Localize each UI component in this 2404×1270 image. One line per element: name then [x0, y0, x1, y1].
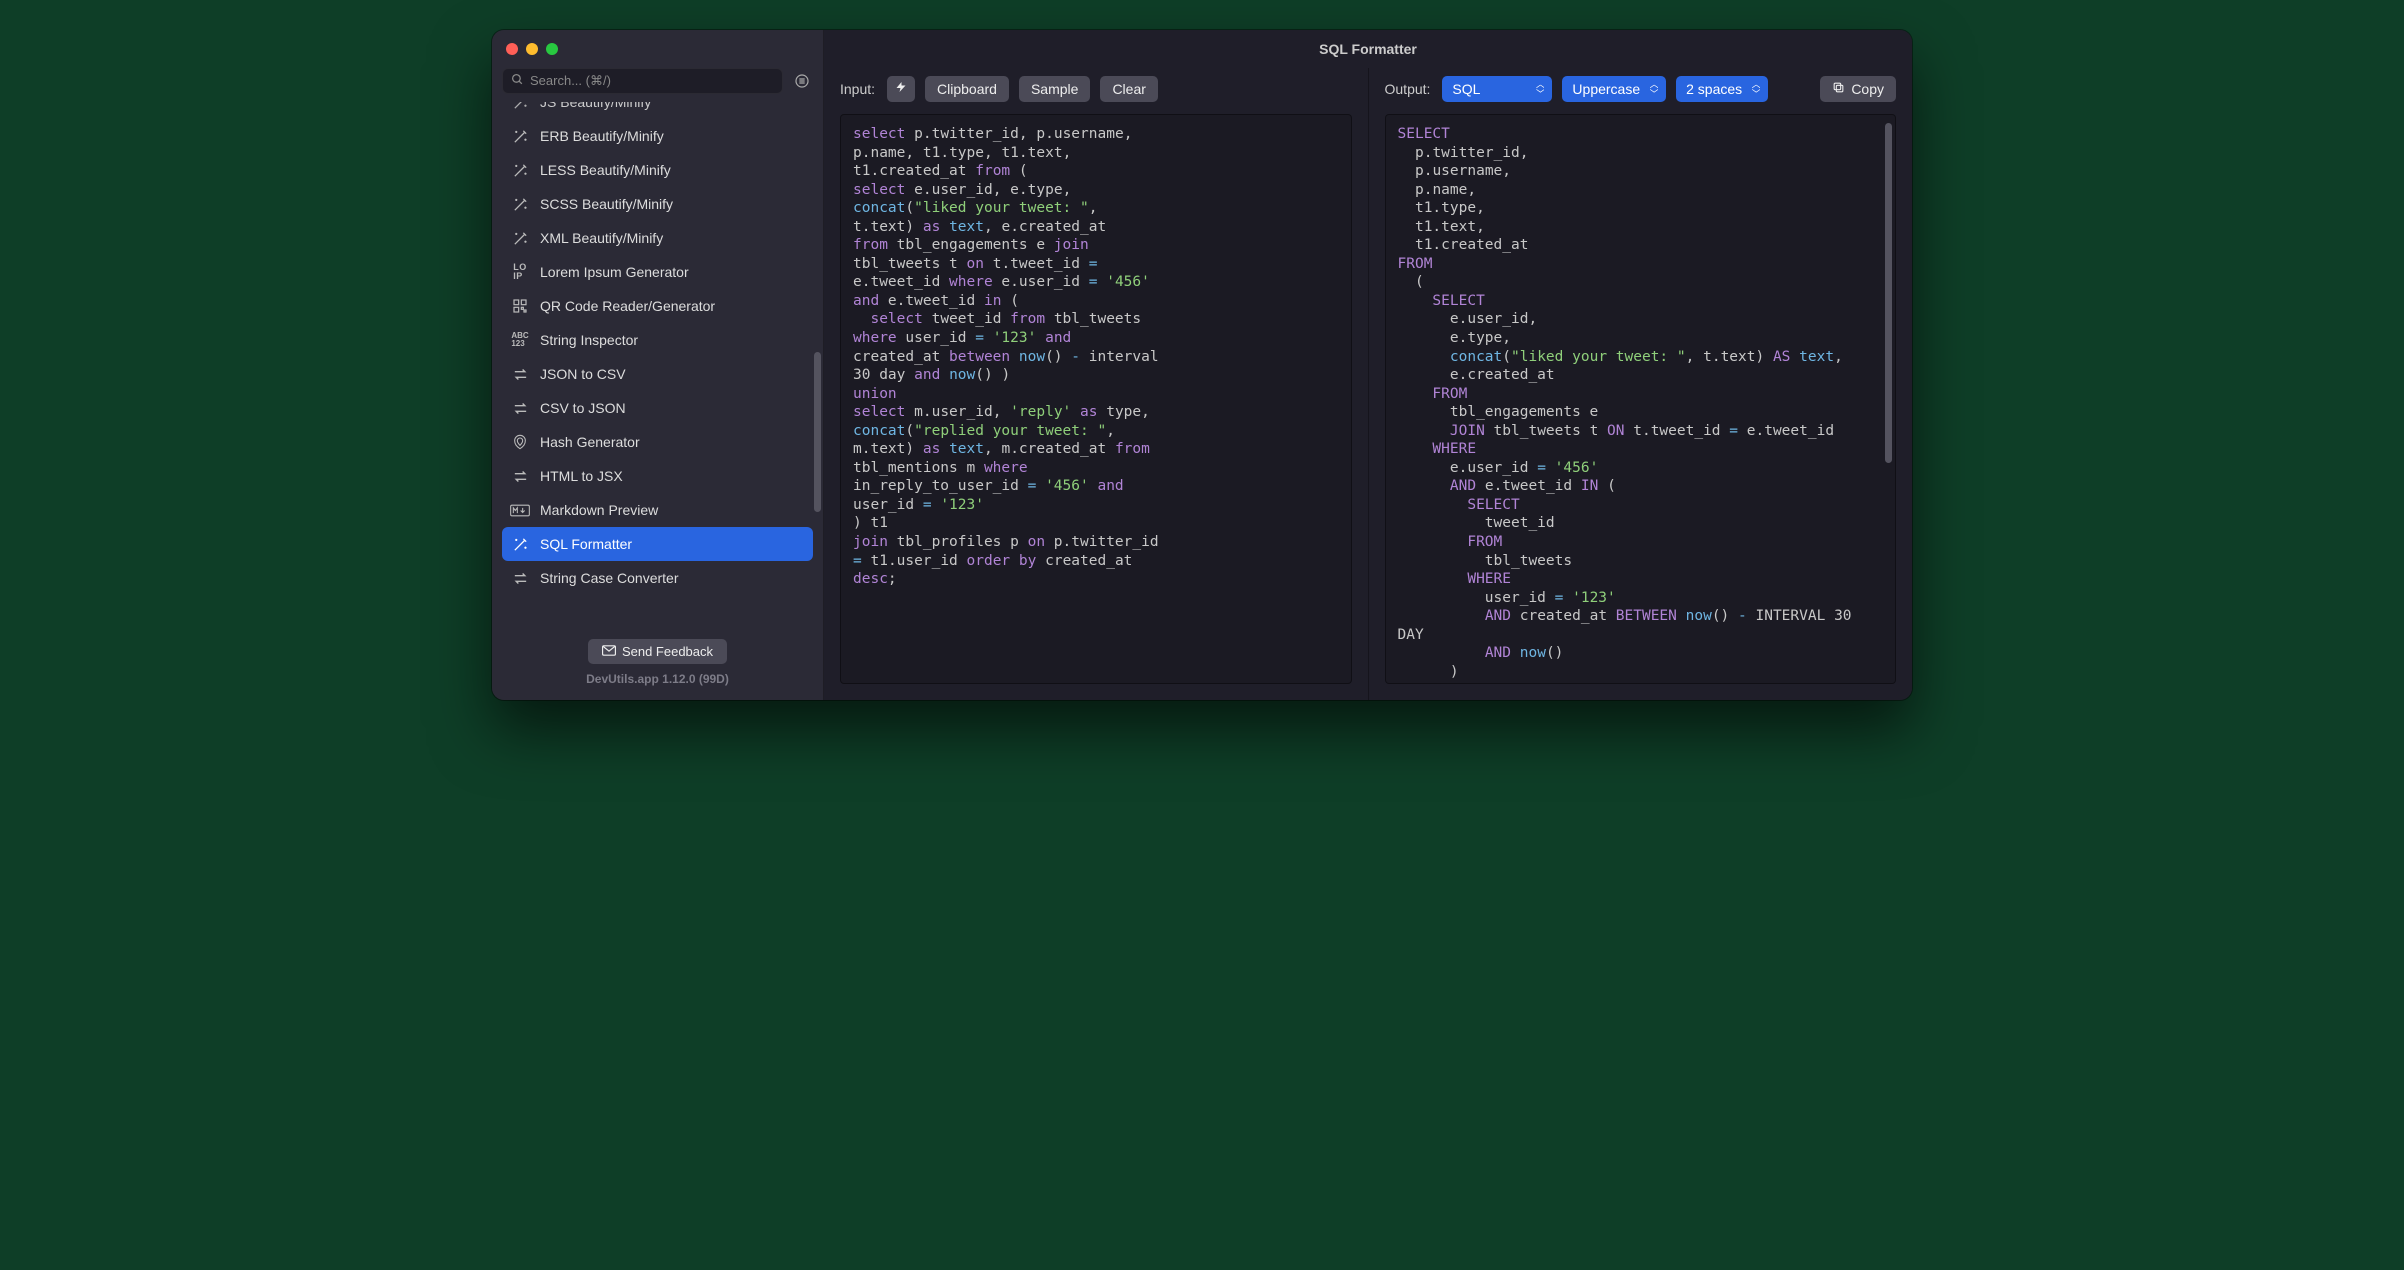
output-code: SELECT p.twitter_id, p.username, p.name,… [1398, 125, 1884, 681]
sidebar-item-sql-formatter[interactable]: SQL Formatter [502, 527, 813, 561]
main-area: SQL Formatter Input: Clipboard Sample Cl… [824, 30, 1912, 700]
feedback-label: Send Feedback [622, 644, 713, 659]
filter-button[interactable] [791, 70, 813, 92]
casing-value: Uppercase [1572, 81, 1640, 97]
sidebar-item-string-case-converter[interactable]: String Case Converter [502, 561, 813, 595]
sidebar-item-string-inspector[interactable]: ABC123 String Inspector [502, 323, 813, 357]
wand-icon [510, 102, 530, 112]
sidebar-item-label: Hash Generator [540, 434, 640, 450]
sidebar-item-label: XML Beautify/Minify [540, 230, 663, 246]
qr-icon [510, 296, 530, 316]
swap-icon [510, 568, 530, 588]
bolt-button[interactable] [887, 76, 915, 102]
window-zoom-button[interactable] [546, 43, 558, 55]
sidebar-item-label: Markdown Preview [540, 502, 658, 518]
sidebar-item-label: CSV to JSON [540, 400, 626, 416]
search-placeholder: Search... (⌘/) [530, 73, 611, 89]
copy-icon [1832, 81, 1845, 97]
search-icon [511, 73, 524, 89]
sidebar-item-qr-code-reader-generator[interactable]: QR Code Reader/Generator [502, 289, 813, 323]
sidebar-item-label: Lorem Ipsum Generator [540, 264, 689, 280]
output-scrollbar[interactable] [1885, 123, 1892, 463]
panes: Input: Clipboard Sample Clear select p.t… [824, 68, 1912, 700]
titlebar [492, 30, 823, 68]
indent-value: 2 spaces [1686, 81, 1742, 97]
abc-icon: ABC123 [510, 330, 530, 350]
sidebar-item-html-to-jsx[interactable]: HTML to JSX [502, 459, 813, 493]
app-version: DevUtils.app 1.12.0 (99D) [492, 672, 823, 686]
sidebar-scrollbar[interactable] [814, 352, 821, 512]
window-close-button[interactable] [506, 43, 518, 55]
sidebar-item-label: String Case Converter [540, 570, 679, 586]
window-title: SQL Formatter [824, 30, 1912, 68]
sidebar: Search... (⌘/) JS Beautify/Minify ERB Bea… [492, 30, 824, 700]
sidebar-item-csv-to-json[interactable]: CSV to JSON [502, 391, 813, 425]
output-toolbar: Output: SQL Uppercase 2 spaces [1369, 68, 1913, 114]
input-code: select p.twitter_id, p.username, p.name,… [853, 125, 1339, 589]
output-pane: Output: SQL Uppercase 2 spaces [1368, 68, 1913, 700]
sidebar-item-scss-beautify-minify[interactable]: SCSS Beautify/Minify [502, 187, 813, 221]
output-code-area[interactable]: SELECT p.twitter_id, p.username, p.name,… [1385, 114, 1897, 684]
sidebar-item-label: LESS Beautify/Minify [540, 162, 671, 178]
indent-select[interactable]: 2 spaces [1676, 76, 1768, 102]
md-icon [510, 500, 530, 520]
clear-button[interactable]: Clear [1100, 76, 1157, 102]
wand-icon [510, 126, 530, 146]
wand-icon [510, 160, 530, 180]
casing-select[interactable]: Uppercase [1562, 76, 1666, 102]
sidebar-item-markdown-preview[interactable]: Markdown Preview [502, 493, 813, 527]
sidebar-item-label: JSON to CSV [540, 366, 626, 382]
wand-icon [510, 194, 530, 214]
sidebar-item-label: HTML to JSX [540, 468, 623, 484]
sidebar-footer: Send Feedback DevUtils.app 1.12.0 (99D) [492, 629, 823, 700]
swap-icon [510, 364, 530, 384]
sidebar-item-label: QR Code Reader/Generator [540, 298, 715, 314]
window-minimize-button[interactable] [526, 43, 538, 55]
swap-icon [510, 466, 530, 486]
sidebar-item-lorem-ipsum-generator[interactable]: LOIP Lorem Ipsum Generator [502, 255, 813, 289]
copy-button[interactable]: Copy [1820, 76, 1896, 102]
send-feedback-button[interactable]: Send Feedback [588, 639, 727, 664]
sidebar-item-label: JS Beautify/Minify [540, 102, 651, 110]
lorem-icon: LOIP [510, 262, 530, 282]
output-label: Output: [1385, 81, 1431, 97]
sidebar-item-label: String Inspector [540, 332, 638, 348]
search-row: Search... (⌘/) [492, 68, 823, 102]
sidebar-item-label: SCSS Beautify/Minify [540, 196, 673, 212]
sidebar-item-xml-beautify-minify[interactable]: XML Beautify/Minify [502, 221, 813, 255]
dialect-value: SQL [1452, 81, 1480, 97]
app-window: Search... (⌘/) JS Beautify/Minify ERB Bea… [492, 30, 1912, 700]
sidebar-item-js-beautify-minify[interactable]: JS Beautify/Minify [502, 102, 813, 119]
bolt-icon [895, 80, 907, 98]
mail-icon [602, 644, 616, 659]
finger-icon [510, 432, 530, 452]
clipboard-button[interactable]: Clipboard [925, 76, 1009, 102]
input-label: Input: [840, 81, 875, 97]
sidebar-item-label: ERB Beautify/Minify [540, 128, 664, 144]
sample-button[interactable]: Sample [1019, 76, 1090, 102]
wand-icon [510, 228, 530, 248]
search-input[interactable]: Search... (⌘/) [502, 68, 783, 94]
sidebar-item-less-beautify-minify[interactable]: LESS Beautify/Minify [502, 153, 813, 187]
input-code-area[interactable]: select p.twitter_id, p.username, p.name,… [840, 114, 1352, 684]
sidebar-item-json-to-csv[interactable]: JSON to CSV [502, 357, 813, 391]
input-pane: Input: Clipboard Sample Clear select p.t… [824, 68, 1368, 700]
sidebar-item-erb-beautify-minify[interactable]: ERB Beautify/Minify [502, 119, 813, 153]
wand-icon [510, 534, 530, 554]
sidebar-item-hash-generator[interactable]: Hash Generator [502, 425, 813, 459]
swap-icon [510, 398, 530, 418]
dialect-select[interactable]: SQL [1442, 76, 1552, 102]
input-toolbar: Input: Clipboard Sample Clear [824, 68, 1368, 114]
sidebar-list[interactable]: JS Beautify/Minify ERB Beautify/Minify LES… [492, 102, 823, 629]
copy-label: Copy [1851, 81, 1884, 97]
sidebar-item-label: SQL Formatter [540, 536, 632, 552]
